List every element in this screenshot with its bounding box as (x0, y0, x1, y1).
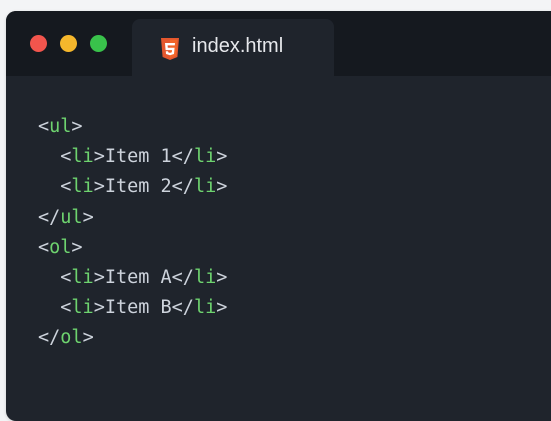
element-text: Item A (104, 266, 172, 288)
tag-open-bracket: </ (38, 206, 61, 228)
tab-index-html[interactable]: index.html (132, 19, 334, 76)
code-line: <ul> (38, 112, 227, 142)
end-tag-name: li (193, 266, 217, 288)
end-tag-name: li (193, 146, 217, 168)
end-tag-open-bracket: </ (171, 297, 194, 319)
tag-close-bracket: > (93, 146, 105, 168)
end-tag-close-bracket: > (216, 297, 228, 319)
tag-close-bracket: > (71, 236, 83, 258)
tag-open-bracket: < (60, 297, 72, 319)
tag-close-bracket: > (93, 266, 105, 288)
tag-close-bracket: > (71, 116, 83, 137)
tag-open-bracket: < (38, 236, 50, 258)
html5-icon (161, 38, 179, 60)
tag-name: ol (49, 236, 72, 258)
tag-open-bracket: < (60, 176, 72, 198)
element-text: Item 2 (104, 176, 172, 198)
end-tag-open-bracket: </ (171, 146, 194, 168)
minimize-button[interactable] (60, 35, 77, 52)
code-window: index.html <ul> <li>Item 1</li> <li>Item… (6, 11, 551, 421)
tag-open-bracket: < (60, 266, 72, 288)
tag-close-bracket: > (93, 176, 105, 198)
close-button[interactable] (30, 35, 47, 52)
tag-name: ul (49, 116, 72, 137)
tag-name: li (71, 297, 94, 319)
element-text: Item 1 (104, 146, 172, 168)
code-line: <li>Item A</li> (38, 263, 227, 293)
end-tag-close-bracket: > (216, 176, 228, 198)
end-tag-name: li (193, 297, 217, 319)
code-line: <ol> (38, 233, 227, 263)
end-tag-name: li (193, 176, 217, 198)
tag-open-bracket: </ (38, 327, 61, 349)
tag-close-bracket: > (93, 297, 105, 319)
code-line: <li>Item 1</li> (38, 142, 227, 172)
end-tag-close-bracket: > (216, 146, 228, 168)
tag-name: li (71, 176, 94, 198)
tag-close-bracket: > (82, 206, 94, 228)
code-editor: <ul> <li>Item 1</li> <li>Item 2</li> </ul… (38, 112, 227, 354)
tag-name: ol (60, 327, 83, 349)
tab-label: index.html (192, 35, 284, 57)
tag-name: li (71, 266, 94, 288)
title-bar: index.html (6, 11, 551, 76)
code-line: </ul> (38, 203, 227, 233)
element-text: Item B (104, 297, 172, 319)
code-line: <li>Item 2</li> (38, 172, 227, 202)
end-tag-open-bracket: </ (171, 266, 194, 288)
tag-close-bracket: > (82, 327, 94, 349)
tag-open-bracket: < (60, 146, 72, 168)
code-line: </ol> (38, 323, 227, 353)
end-tag-close-bracket: > (216, 266, 228, 288)
maximize-button[interactable] (90, 35, 107, 52)
tag-name: li (71, 146, 94, 168)
tag-name: ul (60, 206, 83, 228)
end-tag-open-bracket: </ (171, 176, 194, 198)
tag-open-bracket: < (38, 116, 50, 137)
code-line: <li>Item B</li> (38, 293, 227, 323)
